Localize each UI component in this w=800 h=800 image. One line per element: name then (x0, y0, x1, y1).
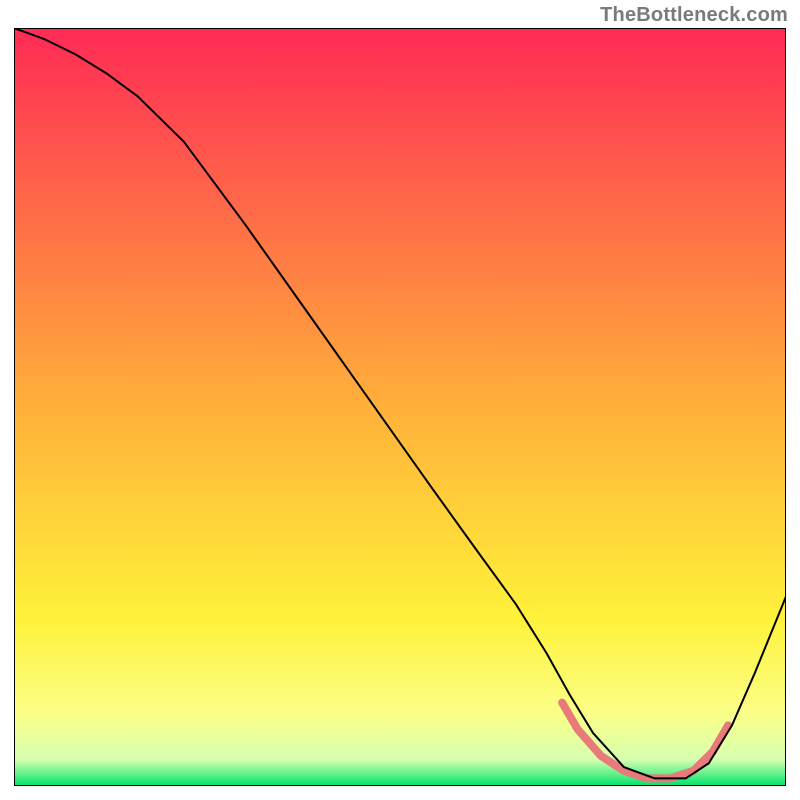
attribution-label: TheBottleneck.com (600, 4, 788, 27)
chart-canvas: TheBottleneck.com (0, 0, 800, 800)
plot-area (14, 28, 786, 786)
plot-background (14, 28, 786, 786)
chart-svg (14, 28, 786, 786)
